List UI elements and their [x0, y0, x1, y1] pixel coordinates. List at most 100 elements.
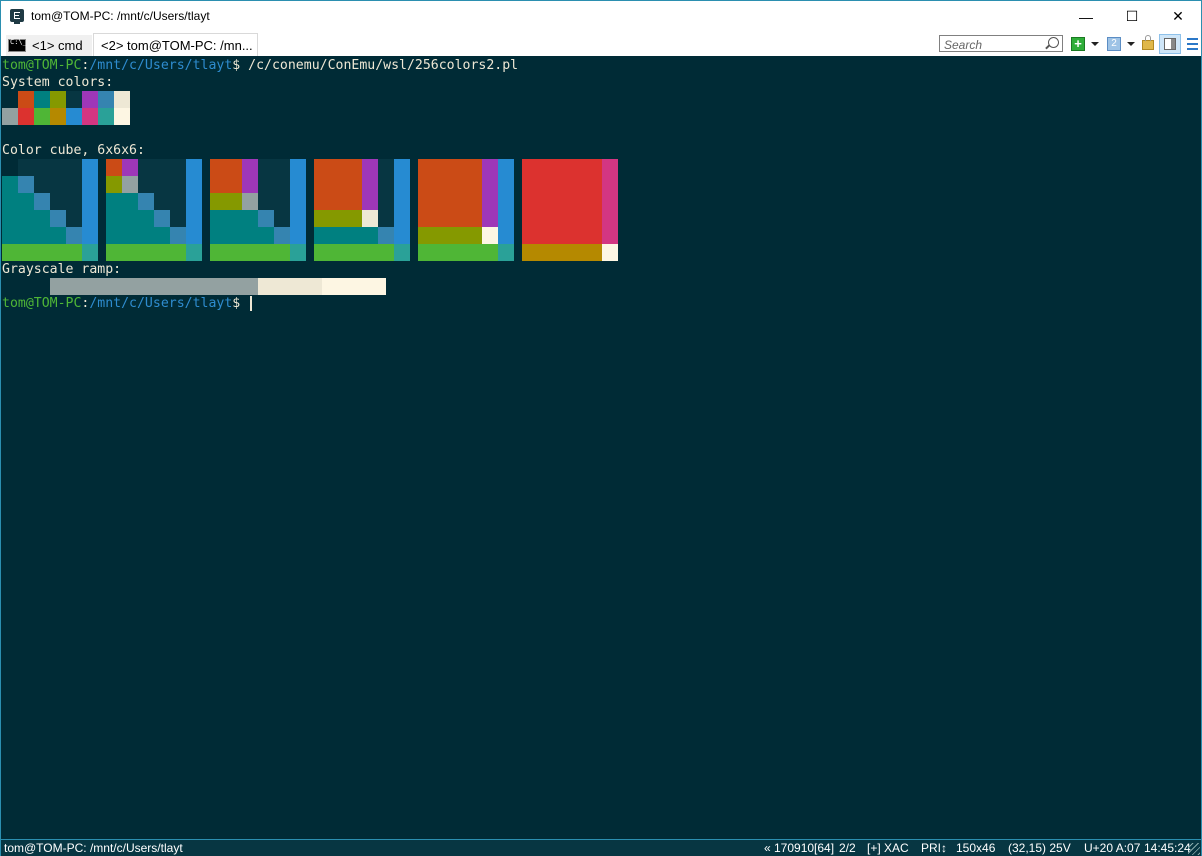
search-input[interactable] [940, 37, 1044, 53]
color-cube-cell [186, 193, 202, 210]
tab-wsl[interactable]: <2> tom@TOM-PC: /mn... [93, 33, 258, 56]
color-cube-cell [210, 176, 226, 193]
color-cube-cell [50, 176, 66, 193]
prompt-user: tom@TOM-PC [2, 58, 82, 73]
color-cube-cell [394, 210, 410, 227]
color-cube-cell [210, 159, 226, 176]
system-color-swatch [114, 91, 130, 108]
status-version[interactable]: « 170910[64] [764, 841, 834, 855]
color-cube-cell [82, 227, 98, 244]
color-cube-cell [418, 193, 434, 210]
color-cube-cell [66, 244, 82, 261]
color-cube-cell [602, 193, 618, 210]
conemu-app-icon[interactable] [10, 9, 24, 22]
color-cube-cell [346, 210, 362, 227]
color-cube-cell [570, 159, 586, 176]
color-cube-cell [434, 227, 450, 244]
color-cube-cell [450, 176, 466, 193]
system-color-swatch [18, 91, 34, 108]
color-cube-cell [418, 159, 434, 176]
system-color-swatch [114, 108, 130, 125]
console-list-dropdown[interactable] [1127, 42, 1135, 46]
color-cube-cell [498, 227, 514, 244]
color-cube-cell [362, 210, 378, 227]
plus-icon: + [1074, 36, 1082, 51]
search-box[interactable] [939, 35, 1063, 53]
maximize-icon: ☐ [1125, 8, 1139, 24]
grayscale-cell [226, 278, 242, 295]
color-cube-cell [314, 193, 330, 210]
status-bar: tom@TOM-PC: /mnt/c/Users/tlayt « 170910[… [1, 839, 1201, 856]
color-cube-cell [66, 227, 82, 244]
color-cube-cell [522, 176, 538, 193]
grayscale-cell [258, 278, 274, 295]
maximize-button[interactable]: ☐ [1109, 1, 1155, 32]
tab-cmd[interactable]: <1> cmd [6, 35, 92, 56]
command-line: tom@TOM-PC:/mnt/c/Users/tlayt$ /c/conemu… [2, 57, 518, 74]
color-cube-cell [434, 210, 450, 227]
color-cube-cell [226, 159, 242, 176]
status-size[interactable]: 150x46 [956, 841, 995, 855]
color-cube-cell [434, 244, 450, 261]
color-cube-cell [554, 159, 570, 176]
close-button[interactable]: ✕ [1155, 1, 1201, 32]
color-cube-cell [34, 227, 50, 244]
status-time[interactable]: 14:45:24 [1144, 841, 1191, 855]
minimize-button[interactable]: — [1063, 1, 1109, 32]
status-priority[interactable]: PRI↕ [921, 841, 947, 855]
color-cube-cell [466, 159, 482, 176]
color-cube-cell [34, 176, 50, 193]
system-color-swatch [98, 91, 114, 108]
prompt-path: /mnt/c/Users/tlayt [89, 296, 233, 311]
color-cube-cell [258, 193, 274, 210]
color-cube-cell [378, 176, 394, 193]
color-cube-cell [346, 159, 362, 176]
color-cube-cell [330, 176, 346, 193]
system-color-swatch [18, 108, 34, 125]
color-cube-cell [466, 193, 482, 210]
status-console-index[interactable]: 2/2 [839, 841, 856, 855]
new-console-dropdown[interactable] [1091, 42, 1099, 46]
color-cube-cell [210, 227, 226, 244]
grayscale-cell [162, 278, 178, 295]
resize-grip[interactable] [1188, 843, 1200, 855]
status-cursor-pos[interactable]: (32,15) 25V [1008, 841, 1071, 855]
color-cube-cell [2, 159, 18, 176]
new-console-button[interactable]: + [1071, 37, 1085, 51]
color-cube-cell [170, 193, 186, 210]
grayscale-cell [290, 278, 306, 295]
color-cube-cell [66, 210, 82, 227]
color-cube-cell [210, 210, 226, 227]
console-list-button[interactable]: 2 [1107, 37, 1121, 51]
window-title: tom@TOM-PC: /mnt/c/Users/tlayt [31, 9, 210, 23]
color-cube-cell [330, 159, 346, 176]
terminal-area[interactable]: tom@TOM-PC:/mnt/c/Users/tlayt$ /c/conemu… [1, 56, 1201, 839]
grayscale-cell [210, 278, 226, 295]
status-char-info[interactable]: U+20 A:07 [1084, 841, 1140, 855]
color-cube-cell [482, 210, 498, 227]
search-icon[interactable] [1048, 37, 1059, 48]
grayscale-cell [114, 278, 130, 295]
grayscale-cell [130, 278, 146, 295]
color-cube-cell [378, 227, 394, 244]
lock-icon[interactable] [1142, 35, 1154, 50]
color-cube-cell [586, 210, 602, 227]
color-cube-cell [50, 244, 66, 261]
color-cube-cell [258, 210, 274, 227]
color-cube-cell [154, 210, 170, 227]
color-cube-cell [258, 159, 274, 176]
color-cube-cell [522, 210, 538, 227]
color-cube-cell [378, 193, 394, 210]
color-cube-cell [242, 227, 258, 244]
split-view-button[interactable] [1159, 34, 1181, 54]
console-number-icon: 2 [1111, 38, 1117, 49]
color-cube-cell [538, 159, 554, 176]
color-cube-cell [362, 244, 378, 261]
color-cube-cell [346, 193, 362, 210]
title-bar[interactable]: tom@TOM-PC: /mnt/c/Users/tlayt — ☐ ✕ [1, 1, 1201, 32]
color-cube-cell [602, 210, 618, 227]
color-cube-cell [82, 176, 98, 193]
grayscale-cell [322, 278, 338, 295]
status-flags[interactable]: [+] XAC [867, 841, 909, 855]
menu-icon[interactable] [1187, 38, 1198, 50]
